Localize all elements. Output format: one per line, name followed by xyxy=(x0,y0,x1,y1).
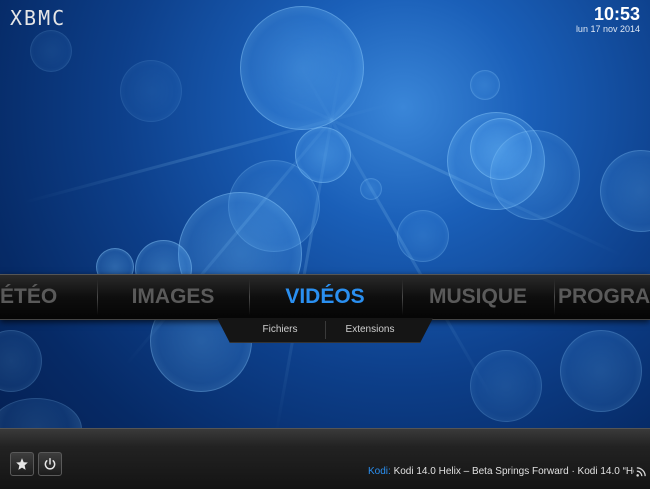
menu-item-programmes[interactable]: PROGRAM xyxy=(558,275,650,319)
submenu: Fichiers Extensions xyxy=(217,318,433,343)
clock-date: lun 17 nov 2014 xyxy=(575,24,640,34)
menu-item-meteo[interactable]: ÉTÉO xyxy=(0,275,70,319)
bokeh-bubble xyxy=(240,6,364,130)
favourites-button[interactable] xyxy=(10,452,34,476)
menu-item-images[interactable]: IMAGES xyxy=(98,275,248,319)
bokeh-bubble xyxy=(397,210,449,262)
bokeh-bubble xyxy=(490,130,580,220)
main-menu: ÉTÉO IMAGES VIDÉOS MUSIQUE PROGRAM xyxy=(0,274,650,320)
ticker-source: Kodi: xyxy=(368,466,391,477)
bokeh-bubble xyxy=(470,350,542,422)
bokeh-bubble xyxy=(560,330,642,412)
power-button[interactable] xyxy=(38,452,62,476)
power-icon xyxy=(44,458,56,470)
rss-ticker[interactable]: Kodi: Kodi 14.0 Helix – Beta Springs For… xyxy=(368,466,634,477)
star-icon xyxy=(16,458,28,470)
bokeh-bubble xyxy=(120,60,182,122)
clock-time: 10:53 xyxy=(593,4,640,24)
bokeh-bubble xyxy=(0,330,42,392)
logo-text: XBMC xyxy=(10,6,67,30)
submenu-item-fichiers[interactable]: Fichiers xyxy=(237,318,323,342)
xbmc-logo: XBMC xyxy=(10,6,66,31)
rss-icon xyxy=(636,467,646,477)
bokeh-bubble xyxy=(600,150,650,232)
bottom-bar xyxy=(0,428,650,489)
background xyxy=(0,0,650,488)
menu-item-musique[interactable]: MUSIQUE xyxy=(403,275,553,319)
menu-item-videos[interactable]: VIDÉOS xyxy=(250,275,400,319)
ticker-text: Kodi 14.0 Helix – Beta Springs Forward ·… xyxy=(393,466,634,477)
bokeh-bubble xyxy=(30,30,72,72)
bokeh-bubble xyxy=(360,178,382,200)
bokeh-bubble xyxy=(470,70,500,100)
clock: 10:53 lun 17 nov 2014 xyxy=(576,4,640,34)
submenu-item-extensions[interactable]: Extensions xyxy=(327,318,413,342)
